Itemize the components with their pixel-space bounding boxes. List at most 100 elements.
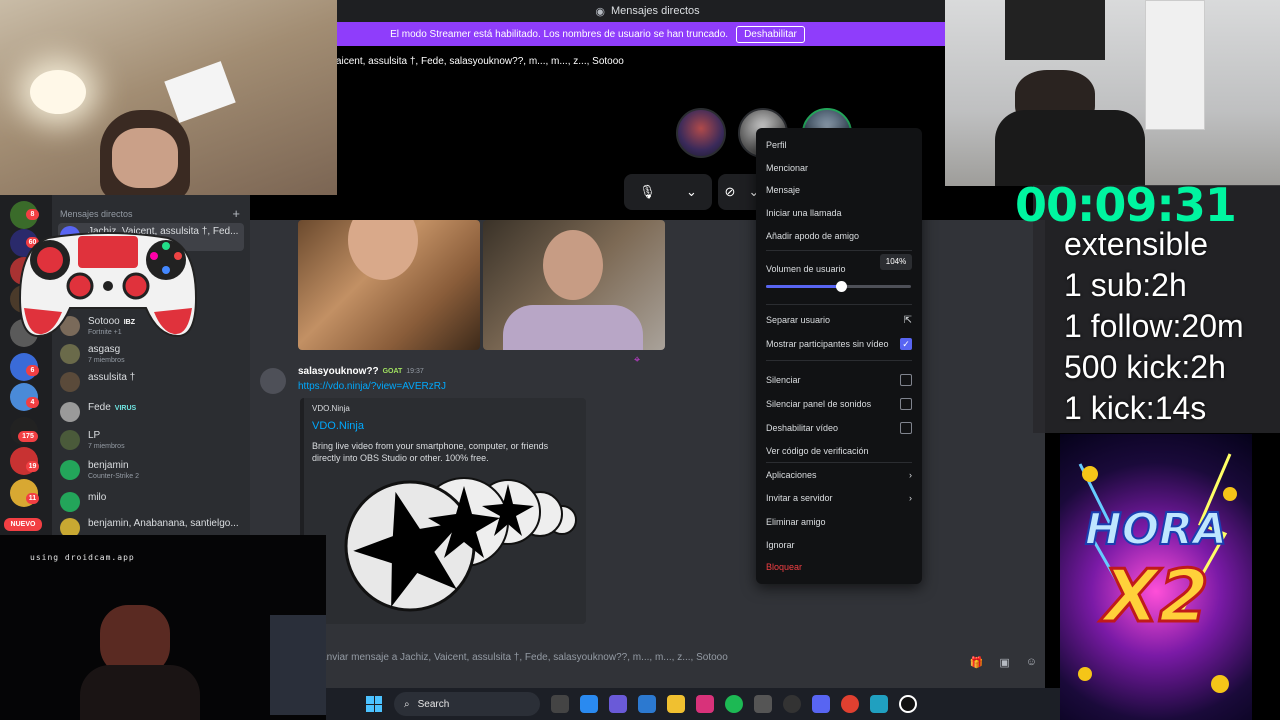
dm-item[interactable]: milo — [58, 489, 244, 517]
gift-icon[interactable]: 🎁 — [970, 656, 984, 669]
video-tile[interactable] — [298, 220, 480, 350]
checkbox[interactable] — [900, 374, 912, 386]
ceiling-lamp — [30, 70, 86, 114]
chevron-down-icon[interactable]: ⌄ — [686, 184, 697, 200]
spotify-icon[interactable] — [725, 695, 743, 713]
message-link[interactable]: https://vdo.ninja/?view=AVERzRJ — [298, 381, 446, 392]
person-face — [348, 220, 418, 280]
add-dm-icon[interactable]: + — [232, 206, 240, 221]
person-face — [112, 128, 178, 188]
menu-item-verification-code[interactable]: Ver código de verificación — [766, 442, 912, 460]
window-title: Mensajes directos — [610, 5, 700, 17]
video-tile[interactable] — [483, 220, 665, 350]
microphone-button[interactable]: 🎙 ⌄ — [624, 174, 712, 210]
app-icon[interactable] — [754, 695, 772, 713]
menu-divider — [766, 304, 912, 305]
menu-item-show-non-video[interactable]: Mostrar participantes sin vídeo ✓ — [766, 335, 912, 353]
dm-item[interactable]: asgasg 7 miembros — [58, 341, 244, 369]
copilot-icon[interactable] — [580, 695, 598, 713]
webcam-bottom-left: using droidcam.app — [0, 535, 326, 720]
pop-out-icon: ⇱ — [903, 314, 912, 326]
avatar — [60, 344, 80, 364]
message-username[interactable]: salasyouknow?? — [298, 366, 379, 377]
volume-tooltip: 104% — [880, 254, 912, 270]
menu-item-add-nickname[interactable]: Añadir apodo de amigo — [766, 227, 912, 245]
avatar — [60, 518, 80, 535]
teams-icon[interactable] — [609, 695, 627, 713]
unread-badge: 8 — [26, 209, 39, 220]
menu-item-mute-soundboard[interactable]: Silenciar panel de sonidos — [766, 395, 912, 413]
menu-item-mute[interactable]: Silenciar — [766, 371, 912, 389]
disable-streamer-button[interactable]: Deshabilitar — [736, 25, 805, 43]
embed-provider: VDO.Ninja — [312, 404, 350, 413]
checkbox[interactable] — [900, 422, 912, 434]
discord-icon[interactable] — [812, 695, 830, 713]
checkbox[interactable] — [900, 398, 912, 410]
menu-item-mention[interactable]: Mencionar — [766, 159, 912, 177]
person-body — [80, 665, 200, 720]
unread-badge: 11 — [26, 493, 39, 504]
unread-badge: 19 — [26, 461, 39, 472]
call-participant-avatar[interactable] — [676, 108, 726, 158]
dm-status: 7 miembros — [88, 443, 125, 450]
dm-item[interactable]: assulsita † — [58, 369, 244, 397]
dm-status: 7 miembros — [88, 357, 125, 364]
dm-name: LP — [88, 430, 101, 441]
camera-off-icon: ⊘ — [724, 184, 736, 199]
sticker-icon[interactable]: ☺ — [1026, 656, 1037, 669]
message-time: 19:37 — [406, 368, 424, 375]
avatar — [60, 430, 80, 450]
link-embed: VDO.Ninja VDO.Ninja Bring live video fro… — [300, 398, 586, 624]
dm-item[interactable]: LP 7 miembros — [58, 427, 244, 455]
taskbar-search[interactable]: ⌕ Search — [394, 692, 540, 716]
dm-item[interactable]: benjamin, Anabanana, santielgo... — [58, 515, 244, 535]
goal-line: 1 sub:2h — [1064, 267, 1187, 303]
embed-title[interactable]: VDO.Ninja — [312, 420, 364, 432]
goal-line: 1 follow:20m — [1064, 308, 1244, 344]
avatar — [60, 492, 80, 512]
unread-badge: 4 — [26, 397, 39, 408]
user-tag: GOAT — [382, 368, 403, 375]
dm-name: asgasg — [88, 344, 121, 355]
dm-item[interactable]: Fede VIRUS — [58, 399, 244, 427]
menu-item-block[interactable]: Bloquear — [766, 558, 912, 576]
obs-icon[interactable] — [783, 695, 801, 713]
streamer-mode-banner: El modo Streamer está habilitado. Los no… — [250, 22, 945, 46]
app-icon[interactable] — [870, 695, 888, 713]
paper-sheet — [164, 61, 236, 123]
task-view-icon[interactable] — [551, 695, 569, 713]
checkbox-checked[interactable]: ✓ — [900, 338, 912, 350]
volume-slider-thumb[interactable] — [836, 281, 848, 292]
menu-item-disable-video[interactable]: Deshabilitar vídeo — [766, 419, 912, 437]
vdo-ninja-logo — [344, 477, 577, 612]
instagram-icon[interactable] — [696, 695, 714, 713]
menu-item-invite-server[interactable]: Invitar a servidor › — [766, 489, 912, 507]
menu-item-start-call[interactable]: Iniciar una llamada — [766, 204, 912, 222]
app-icon[interactable] — [899, 695, 917, 713]
windows-start-icon[interactable] — [366, 696, 382, 712]
crosshair-icon: ⌖ — [634, 354, 641, 366]
menu-item-apps[interactable]: Aplicaciones › — [766, 466, 912, 484]
avatar — [60, 372, 80, 392]
store-icon[interactable] — [638, 695, 656, 713]
dm-item[interactable]: benjamin Counter-Strike 2 — [58, 457, 244, 485]
menu-item-profile[interactable]: Perfil — [766, 136, 912, 154]
gif-icon[interactable]: ▣ — [999, 656, 1009, 669]
chrome-icon[interactable] — [841, 695, 859, 713]
volume-slider[interactable] — [766, 281, 911, 292]
message-input[interactable]: Enviar mensaje a Jachiz, Vaicent, assuls… — [320, 652, 1040, 674]
gamepad-overlay — [18, 232, 198, 338]
dm-name: benjamin, Anabanana, santielgo... — [88, 518, 239, 529]
menu-item-ignore[interactable]: Ignorar — [766, 536, 912, 554]
menu-item-pop-out-user[interactable]: Separar usuario ⇱ — [766, 311, 912, 329]
file-explorer-icon[interactable] — [667, 695, 685, 713]
chevron-right-icon: › — [909, 470, 912, 480]
menu-item-remove-friend[interactable]: Eliminar amigo — [766, 513, 912, 531]
dm-name: milo — [88, 492, 107, 503]
avatar[interactable] — [260, 368, 286, 394]
new-badge[interactable]: NUEVO — [4, 518, 42, 531]
embed-description: Bring live video from your smartphone, c… — [312, 441, 549, 463]
avatar — [60, 460, 80, 480]
avatar — [60, 402, 80, 422]
menu-item-message[interactable]: Mensaje — [766, 181, 912, 199]
